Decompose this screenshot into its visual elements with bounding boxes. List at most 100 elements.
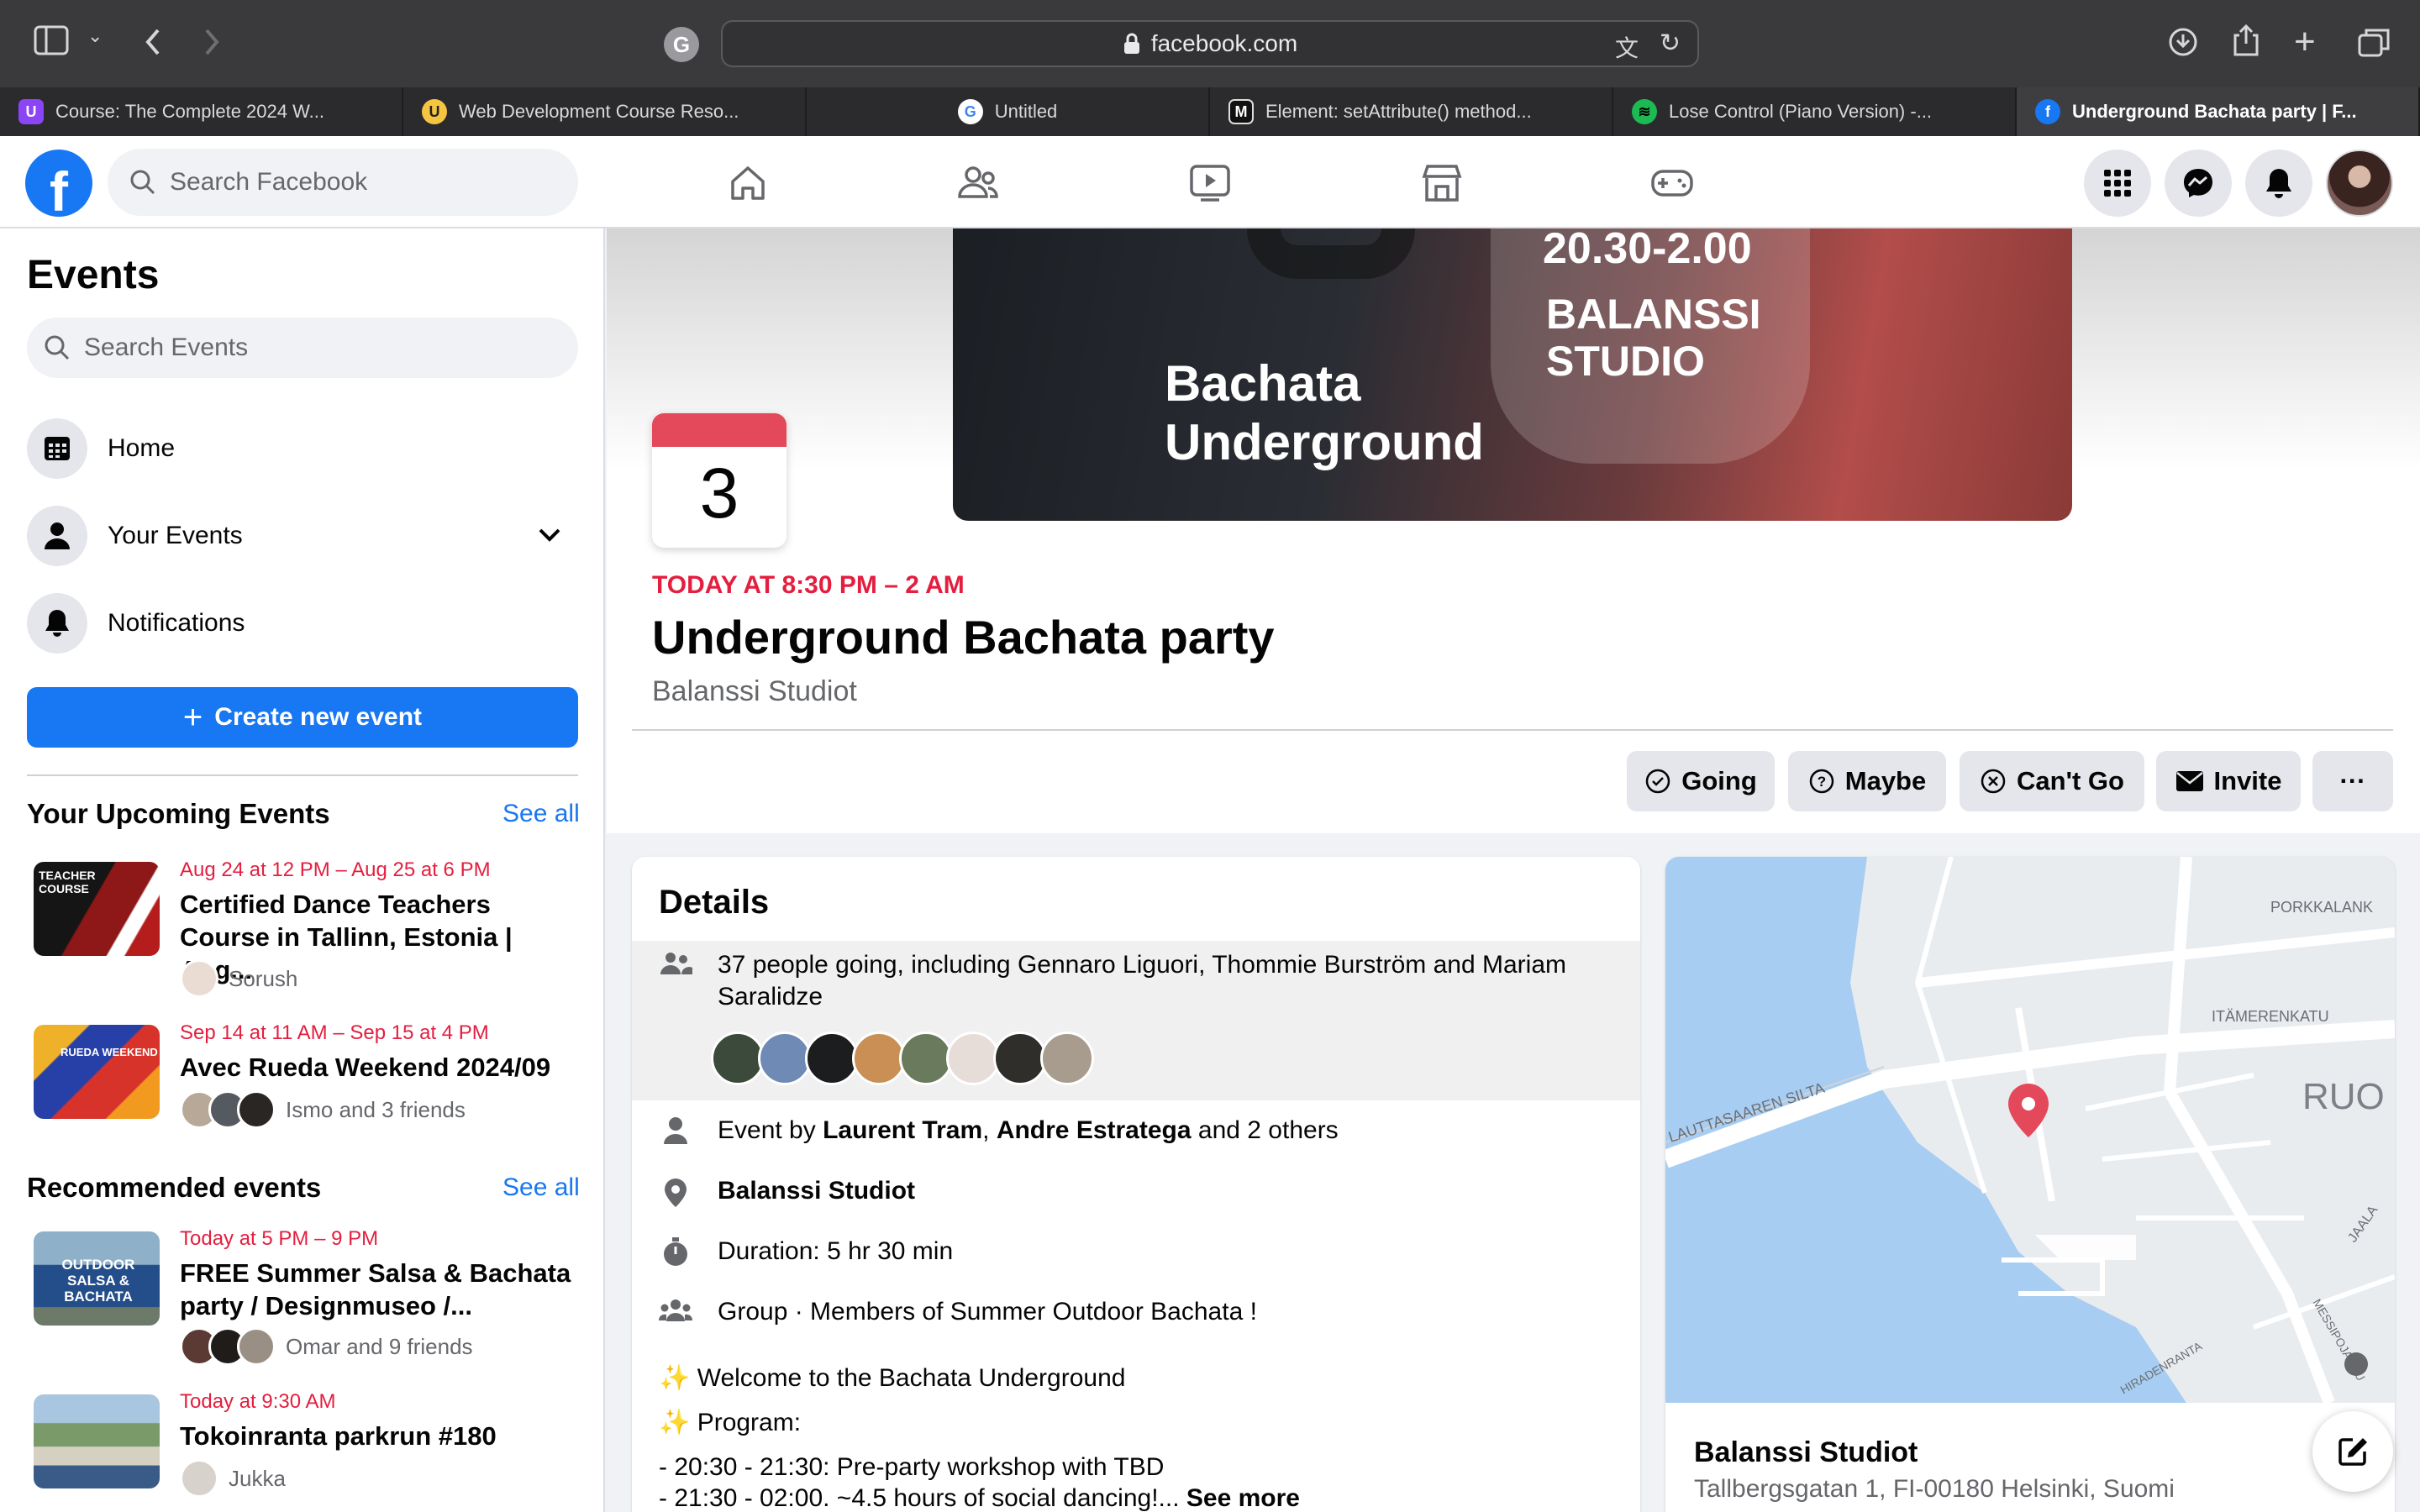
host-link[interactable]: Laurent Tram [823,1116,982,1144]
upcoming-see-all-link[interactable]: See all [502,800,580,828]
create-event-button[interactable]: + Create new event [27,687,578,748]
event-name: Underground Bachata party [652,611,1275,664]
browser-tab[interactable]: G Untitled [807,87,1210,136]
back-icon[interactable] [143,27,163,61]
see-more-link[interactable]: See more [1186,1484,1300,1512]
chevron-down-icon[interactable] [538,528,561,543]
create-event-label: Create new event [214,703,423,731]
location-pin-icon [659,1175,692,1209]
events-search-input[interactable]: Search Events [27,318,578,378]
group-text: Group · Members of Summer Outdoor Bachat… [718,1298,1257,1326]
description-line: - 21:30 - 02:00. ~4.5 hours of social da… [659,1483,1300,1512]
facebook-logo[interactable]: f [25,150,92,217]
check-circle-icon [1645,769,1670,794]
event-place[interactable]: Balanssi Studiot [652,675,857,708]
event-date: Today at 9:30 AM [180,1390,336,1413]
reload-icon[interactable]: ↻ [1660,29,1681,58]
browser-tab-active[interactable]: f Underground Bachata party | F... [2017,87,2420,136]
sidebar-item-notifications[interactable]: Notifications [27,590,578,657]
recommended-events-title: Recommended events [27,1172,322,1203]
sidebar-item-your-events[interactable]: Your Events [27,502,578,570]
events-search-placeholder: Search Events [84,333,249,361]
nav-home-icon[interactable] [721,156,775,210]
bell-icon [27,593,87,654]
going-button[interactable]: Going [1627,751,1775,811]
event-day-number: 3 [699,454,739,533]
event-friends: Omar and 9 friends [180,1327,473,1366]
event-friends: Sorush [180,959,297,998]
envelope-icon [2175,771,2203,791]
cover-venue-1: BALANSSI [1546,291,1761,338]
recommended-see-all-link[interactable]: See all [502,1173,580,1202]
attendee-avatar [805,1032,859,1085]
invite-button[interactable]: Invite [2156,751,2301,811]
browser-tab[interactable]: U Course: The Complete 2024 W... [0,87,403,136]
new-tab-icon[interactable]: + [2294,24,2316,60]
sidebar-item-home[interactable]: Home [27,415,578,482]
map-label: PORKKALANK [2270,899,2373,916]
event-date: Sep 14 at 11 AM – Sep 15 at 4 PM [180,1021,489,1044]
sidebar-toggle-icon[interactable] [34,25,69,60]
browser-tab[interactable]: ≋ Lose Control (Piano Version) -... [1613,87,2017,136]
event-date-badge: 3 [652,413,786,548]
sidebar-item-label: Your Events [108,522,243,549]
thumbnail-text: RUEDA WEEKEND [60,1046,158,1058]
tab-overview-icon[interactable] [2358,27,2390,61]
event-friends-text: Jukka [229,1465,286,1491]
notifications-bell-icon[interactable] [2245,150,2312,217]
going-text: 37 people going, including Gennaro Liguo… [718,951,1566,1011]
nav-watch-icon[interactable] [1183,156,1237,210]
event-time: TODAY AT 8:30 PM – 2 AM [652,571,965,599]
share-icon[interactable] [2232,24,2260,61]
chevron-down-icon[interactable]: ⌄ [87,25,103,47]
event-thumbnail[interactable]: RUEDA WEEKEND [34,1025,160,1119]
event-group[interactable]: Group · Members of Summer Outdoor Bachat… [659,1296,1257,1328]
going-summary[interactable]: 37 people going, including Gennaro Liguo… [659,949,1591,1013]
host-link[interactable]: Andre Estratega [997,1116,1192,1144]
thumbnail-text: OUTDOOR SALSA & BACHATA [61,1257,135,1305]
profile-avatar[interactable] [2326,150,2393,217]
map-place-name[interactable]: Balanssi Studiot [1694,1436,1918,1469]
grammarly-extension-icon[interactable]: G [664,27,699,62]
menu-grid-icon[interactable] [2084,150,2151,217]
upcoming-events-title: Your Upcoming Events [27,798,330,829]
tab-label: Underground Bachata party | F... [2072,101,2357,122]
tab-favicon-icon: M [1228,99,1254,124]
forward-icon[interactable] [202,27,222,61]
event-duration: Duration: 5 hr 30 min [659,1236,953,1268]
friend-avatar [237,1090,276,1129]
going-label: Going [1681,766,1757,795]
browser-tab[interactable]: M Element: setAttribute() method... [1210,87,1613,136]
person-icon [27,506,87,566]
attendee-avatar [852,1032,906,1085]
event-thumbnail[interactable]: TEACHER COURSE [34,862,160,956]
more-options-button[interactable]: ··· [2312,751,2393,811]
cant-go-button[interactable]: Can't Go [1960,751,2144,811]
facebook-search-input[interactable]: Search Facebook [108,149,578,216]
new-message-button[interactable] [2312,1411,2393,1492]
search-icon [45,335,70,360]
downloads-icon[interactable] [2168,27,2198,61]
event-title[interactable]: Tokoinranta parkrun #180 [180,1420,575,1452]
messenger-icon[interactable] [2165,150,2232,217]
location-label: Balanssi Studiot [718,1177,916,1205]
maybe-button[interactable]: ? Maybe [1788,751,1946,811]
sidebar-item-label: Notifications [108,609,245,637]
nav-friends-icon[interactable] [951,156,1005,210]
event-location[interactable]: Balanssi Studiot [659,1175,915,1209]
nav-marketplace-icon[interactable] [1415,156,1469,210]
location-map[interactable]: PORKKALANK ITÄMERENKATU LAUTTASAAREN SIL… [1665,857,2395,1405]
event-title[interactable]: Avec Rueda Weekend 2024/09 [180,1051,575,1084]
event-title[interactable]: FREE Summer Salsa & Bachata party / Desi… [180,1257,575,1322]
event-thumbnail[interactable] [34,1394,160,1488]
nav-gaming-icon[interactable] [1645,156,1699,210]
friend-avatar [180,1459,218,1498]
cover-title-1: Bachata [1165,355,1361,412]
going-avatars[interactable] [711,1032,1094,1085]
sidebar-title: Events [27,253,160,297]
lock-icon [1123,33,1139,54]
translate-icon[interactable]: ⽂ [1615,30,1639,64]
address-bar[interactable]: facebook.com ⽂ ↻ [721,20,1699,67]
browser-tab[interactable]: U Web Development Course Reso... [403,87,807,136]
event-thumbnail[interactable]: OUTDOOR SALSA & BACHATA [34,1231,160,1326]
